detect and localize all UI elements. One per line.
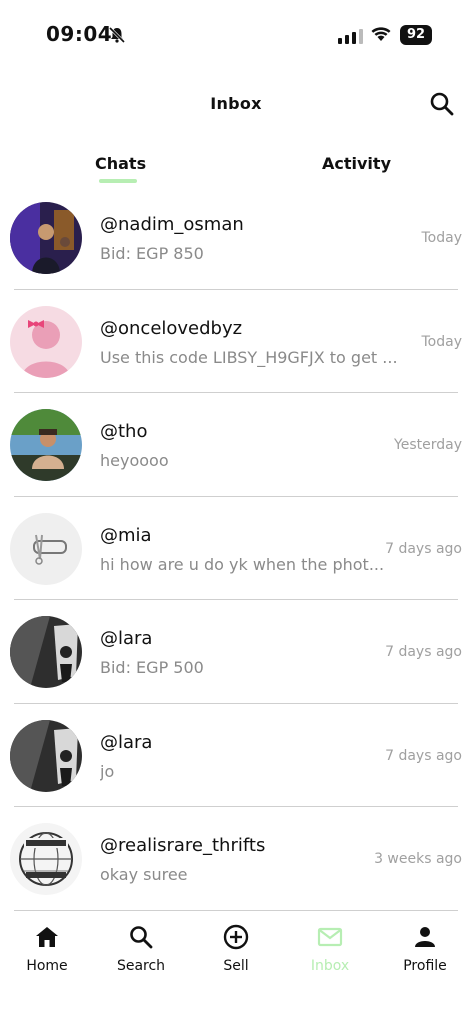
chat-row[interactable]: @mia hi how are u do yk when the phot...… [0, 497, 472, 600]
chat-timestamp: Today [421, 230, 463, 246]
search-icon [130, 926, 153, 949]
avatar [10, 409, 82, 481]
tab-chats[interactable]: Chats [95, 154, 146, 173]
chat-preview: okay suree [100, 865, 188, 884]
chat-username: @nadim_osman [100, 214, 244, 235]
nav-search[interactable]: Search [101, 923, 181, 974]
chat-username: @oncelovedbyz [100, 317, 243, 339]
chat-list: @nadim_osman Bid: EGP 850 Today @oncelov… [0, 186, 472, 911]
nav-label: Search [116, 958, 166, 974]
chat-username: @realisrare_thrifts [100, 835, 266, 856]
chat-timestamp: 7 days ago [385, 747, 462, 764]
chat-row[interactable]: @oncelovedbyz Use this code LIBSY_H9GFJX… [0, 290, 472, 393]
nav-sell[interactable]: Sell [196, 923, 276, 974]
chat-preview: Bid: EGP 850 [100, 244, 204, 263]
chat-preview: Use this code LIBSY_H9GFJX to get ... [100, 347, 398, 367]
avatar [10, 305, 82, 378]
chat-timestamp: 3 weeks ago [374, 851, 462, 867]
search-icon[interactable] [428, 90, 456, 118]
chat-username: @tho [100, 421, 148, 442]
active-tab-indicator [99, 179, 137, 183]
nav-label: Inbox [310, 958, 350, 974]
wifi-icon [371, 27, 391, 41]
nav-label: Sell [223, 958, 249, 974]
chat-row[interactable]: @realisrare_thrifts okay suree 3 weeks a… [0, 807, 472, 911]
battery-indicator: 92 [400, 25, 432, 45]
chat-username: @mia [100, 524, 152, 546]
mail-icon [317, 927, 343, 947]
person-icon [415, 927, 435, 947]
chat-preview: jo [100, 761, 115, 781]
chat-username: @lara [100, 628, 153, 649]
chat-timestamp: Today [421, 333, 463, 350]
divider [14, 909, 458, 911]
chat-row[interactable]: @lara Bid: EGP 500 7 days ago [0, 600, 472, 704]
avatar [10, 616, 82, 688]
chat-row[interactable]: @nadim_osman Bid: EGP 850 Today [0, 186, 472, 290]
chat-preview: Bid: EGP 500 [100, 658, 204, 677]
chat-preview: hi how are u do yk when the phot... [100, 554, 385, 574]
chat-preview: heyoooo [100, 451, 169, 470]
chat-timestamp: 7 days ago [385, 540, 462, 557]
chat-username: @lara [100, 731, 153, 753]
home-icon [36, 927, 58, 947]
avatar [10, 202, 82, 274]
nav-home[interactable]: Home [7, 923, 87, 974]
status-bar: 09:04 92 [0, 0, 472, 70]
chat-row[interactable]: @tho heyoooo Yesterday [0, 393, 472, 497]
tab-activity[interactable]: Activity [322, 154, 391, 173]
nav-label: Profile [403, 958, 447, 974]
chat-timestamp: 7 days ago [385, 644, 462, 660]
chat-row[interactable]: @lara jo 7 days ago [0, 704, 472, 807]
plus-circle-icon [223, 924, 249, 950]
avatar [10, 512, 82, 585]
nav-inbox[interactable]: Inbox [290, 923, 370, 974]
avatar [10, 719, 82, 792]
chat-timestamp: Yesterday [394, 437, 462, 453]
avatar [10, 823, 82, 895]
status-time: 09:04 [46, 22, 113, 46]
bottom-nav: Home Search Sell Inbox Profile [0, 915, 472, 1024]
cellular-signal-icon [338, 29, 363, 44]
bell-muted-icon [108, 26, 126, 44]
nav-profile[interactable]: Profile [385, 923, 465, 974]
nav-label: Home [26, 958, 68, 974]
page-title: Inbox [210, 94, 262, 113]
